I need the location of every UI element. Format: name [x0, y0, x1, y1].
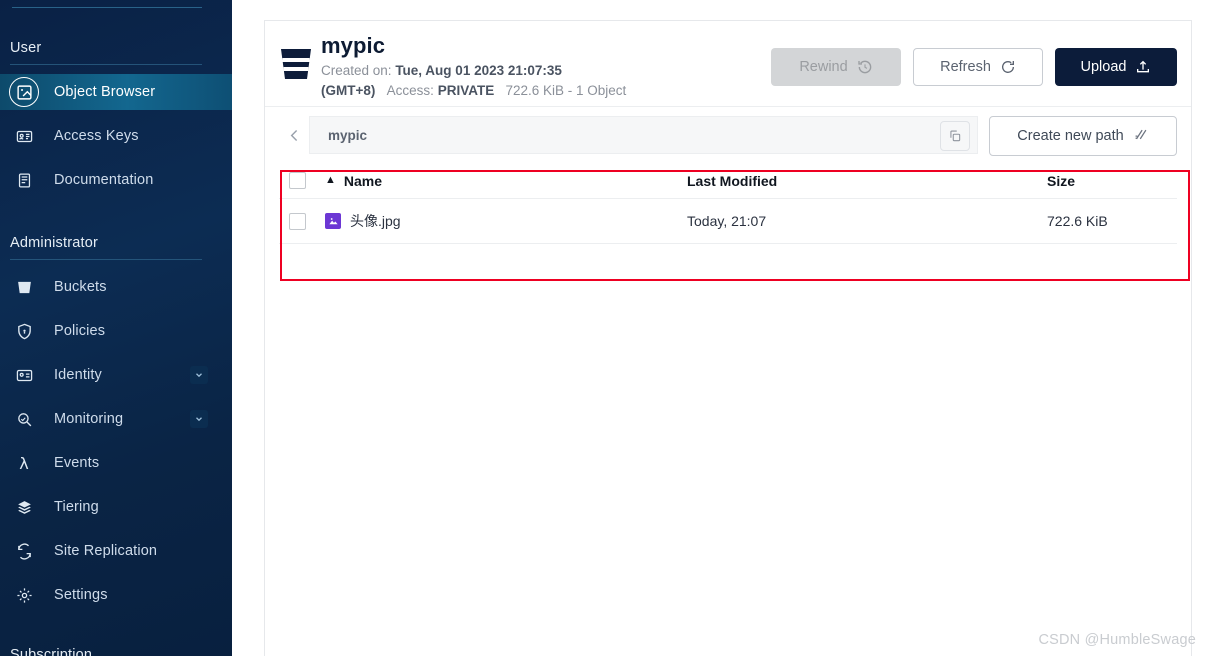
select-all-checkbox[interactable]: [289, 172, 306, 189]
sidebar-item-label: Tiering: [54, 499, 99, 515]
image-file-icon: [325, 213, 341, 229]
bucket-panel: mypic Created on: Tue, Aug 01 2023 21:07…: [264, 20, 1192, 656]
sidebar: User Object Browser Access Keys Document…: [0, 0, 232, 656]
created-on-timezone: (GMT+8): [321, 83, 376, 98]
access-value: PRIVATE: [437, 83, 495, 98]
refresh-button[interactable]: Refresh: [913, 48, 1043, 86]
sidebar-item-label: Settings: [54, 587, 108, 603]
page-title: mypic: [321, 33, 386, 58]
sidebar-section-subscription: Subscription: [10, 647, 93, 656]
cell-name[interactable]: 头像.jpg: [325, 211, 687, 231]
rewind-icon: [857, 59, 873, 75]
chevron-down-icon[interactable]: [190, 410, 208, 428]
sidebar-item-access-keys[interactable]: Access Keys: [0, 118, 232, 154]
sidebar-item-events[interactable]: λ Events: [0, 445, 232, 481]
identity-icon: [9, 360, 39, 390]
sidebar-rule-user: [10, 64, 202, 65]
sidebar-item-label: Buckets: [54, 279, 107, 295]
breadcrumb-item-bucket[interactable]: mypic: [328, 128, 367, 143]
sidebar-item-label: Events: [54, 455, 100, 471]
sidebar-item-documentation[interactable]: Documentation: [0, 162, 232, 198]
bucket-meta: Created on: Tue, Aug 01 2023 21:07:35 (G…: [321, 61, 801, 101]
header-actions: Rewind Refresh Upload: [771, 48, 1177, 86]
lambda-icon: λ: [19, 453, 29, 473]
cell-name-label: 头像.jpg: [350, 213, 401, 229]
rewind-button[interactable]: Rewind: [771, 48, 901, 86]
watermark: CSDN @HumbleSwage: [1038, 632, 1196, 648]
bucket-icon: [279, 46, 313, 82]
sidebar-item-object-browser[interactable]: Object Browser: [0, 74, 232, 110]
sidebar-item-label: Object Browser: [54, 84, 156, 100]
main-content: mypic Created on: Tue, Aug 01 2023 21:07…: [232, 0, 1210, 656]
upload-button[interactable]: Upload: [1055, 48, 1177, 86]
bucket-summary: 722.6 KiB - 1 Object: [505, 83, 627, 98]
access-label: Access:: [386, 83, 434, 98]
tiering-icon: [9, 492, 39, 522]
sidebar-rule-administrator: [10, 259, 202, 260]
sidebar-item-settings[interactable]: Settings: [0, 577, 232, 613]
column-header-last-modified-label: Last Modified: [687, 172, 778, 189]
sidebar-item-tiering[interactable]: Tiering: [0, 489, 232, 525]
create-new-path-button[interactable]: Create new path: [989, 116, 1177, 156]
created-on-value: Tue, Aug 01 2023 21:07:35: [395, 63, 562, 78]
sidebar-section-administrator: Administrator: [10, 235, 99, 251]
rewind-button-label: Rewind: [799, 59, 848, 75]
objects-table: ▲ Name Last Modified Size 头像.jpg Today, …: [279, 163, 1177, 282]
upload-icon: [1135, 59, 1151, 75]
access-keys-icon: [9, 121, 39, 151]
created-on-label: Created on:: [321, 63, 392, 78]
sidebar-item-label: Site Replication: [54, 543, 158, 559]
sidebar-item-label: Identity: [54, 367, 102, 383]
breadcrumb[interactable]: mypic: [309, 116, 978, 154]
create-new-path-label: Create new path: [1017, 128, 1124, 144]
sidebar-top-divider: [12, 7, 202, 8]
column-header-name[interactable]: ▲ Name: [325, 173, 687, 189]
column-header-last-modified[interactable]: Last Modified: [687, 173, 1047, 189]
copy-icon[interactable]: [940, 121, 970, 151]
sidebar-item-monitoring[interactable]: Monitoring: [0, 401, 232, 437]
chevron-down-icon[interactable]: [190, 366, 208, 384]
refresh-button-label: Refresh: [940, 59, 991, 75]
sort-ascending-icon: ▲: [325, 174, 336, 186]
sidebar-item-label: Access Keys: [54, 128, 139, 144]
table-footer-space: [279, 244, 1177, 282]
replication-icon: [9, 536, 39, 566]
column-header-name-label: Name: [343, 172, 383, 189]
sidebar-item-site-replication[interactable]: Site Replication: [0, 533, 232, 569]
row-select-cell: [279, 212, 325, 230]
new-path-icon: [1134, 127, 1149, 146]
gear-icon: [9, 580, 39, 610]
select-all-cell: [279, 172, 325, 189]
row-checkbox[interactable]: [289, 212, 306, 230]
sidebar-item-policies[interactable]: Policies: [0, 313, 232, 349]
sidebar-item-label: Documentation: [54, 172, 154, 188]
sidebar-item-label: Monitoring: [54, 411, 124, 427]
policies-icon: [9, 316, 39, 346]
documentation-icon: [9, 165, 39, 195]
minio-console: User Object Browser Access Keys Document…: [0, 0, 1210, 656]
refresh-icon: [1000, 59, 1016, 75]
cell-last-modified: Today, 21:07: [687, 213, 767, 229]
back-button[interactable]: [279, 116, 309, 154]
sidebar-item-identity[interactable]: Identity: [0, 357, 232, 393]
column-header-size-label: Size: [1047, 172, 1076, 189]
path-bar: mypic Create new path: [265, 107, 1191, 163]
monitoring-icon: [9, 404, 39, 434]
bucket-icon: [9, 272, 39, 302]
bucket-header: mypic Created on: Tue, Aug 01 2023 21:07…: [265, 21, 1191, 107]
column-header-size[interactable]: Size: [1047, 173, 1177, 189]
sidebar-section-user: User: [10, 40, 42, 56]
table-row[interactable]: 头像.jpg Today, 21:07 722.6 KiB: [279, 199, 1177, 244]
object-browser-icon: [9, 77, 39, 107]
sidebar-item-label: Policies: [54, 323, 106, 339]
table-header-row: ▲ Name Last Modified Size: [279, 163, 1177, 199]
cell-size: 722.6 KiB: [1047, 213, 1108, 229]
upload-button-label: Upload: [1080, 59, 1127, 75]
sidebar-item-buckets[interactable]: Buckets: [0, 269, 232, 305]
